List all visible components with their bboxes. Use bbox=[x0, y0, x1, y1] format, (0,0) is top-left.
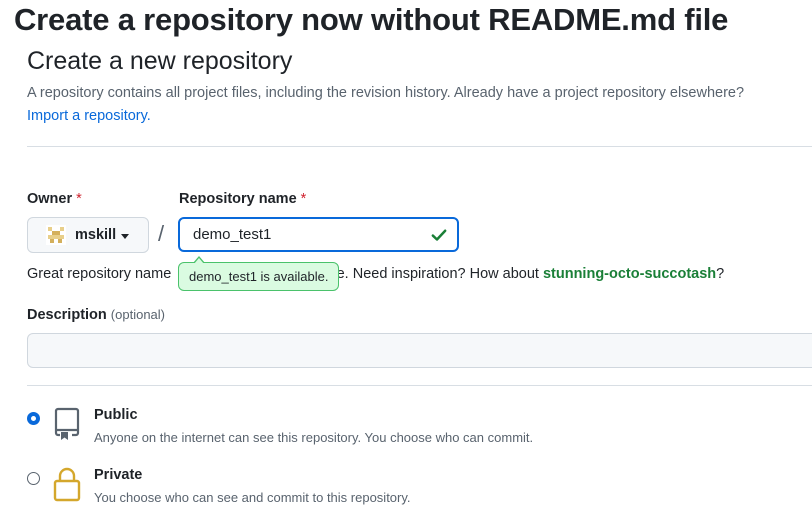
repo-name-hint: Great repository name able. Need inspirat… bbox=[27, 266, 724, 282]
owner-name: mskill bbox=[75, 227, 117, 243]
repo-name-label-text: Repository name bbox=[179, 191, 297, 207]
visibility-private-radio[interactable] bbox=[27, 472, 40, 485]
owner-label-text: Owner bbox=[27, 191, 73, 207]
import-repository-link[interactable]: Import a repository. bbox=[27, 105, 151, 128]
divider bbox=[27, 146, 812, 147]
caret-down-icon bbox=[121, 233, 130, 239]
owner-repo-separator: / bbox=[158, 221, 165, 246]
page-header: Create a new repository A repository con… bbox=[27, 44, 812, 128]
owner-label: Owner * bbox=[27, 191, 82, 207]
required-mark: * bbox=[76, 191, 82, 207]
owner-select-button[interactable]: mskill bbox=[27, 217, 149, 253]
hint-suffix: ? bbox=[716, 266, 725, 282]
page-title: Create a new repository bbox=[27, 47, 293, 75]
description-label-text: Description bbox=[27, 307, 107, 323]
repo-icon bbox=[54, 407, 80, 440]
divider bbox=[27, 385, 812, 386]
visibility-private-description: You choose who can see and commit to thi… bbox=[94, 490, 411, 505]
visibility-public-description: Anyone on the internet can see this repo… bbox=[94, 430, 534, 445]
repo-name-label: Repository name * bbox=[179, 191, 306, 207]
repo-name-field bbox=[178, 217, 459, 252]
visibility-public-title: Public bbox=[94, 407, 138, 423]
create-repo-page: Create a repository now without README.m… bbox=[0, 0, 812, 510]
hint-middle: able. Need inspiration? How about bbox=[317, 266, 539, 282]
availability-tooltip: demo_test1 is available. bbox=[178, 256, 340, 291]
suggested-name-link[interactable]: stunning-octo-succotash bbox=[543, 266, 716, 282]
lock-icon bbox=[53, 467, 81, 502]
optional-tag: (optional) bbox=[110, 307, 165, 322]
description-label: Description (optional) bbox=[27, 307, 165, 323]
description-input[interactable] bbox=[27, 333, 812, 368]
page-subtitle: A repository contains all project files,… bbox=[27, 85, 745, 101]
required-mark: * bbox=[300, 191, 307, 207]
visibility-private-title: Private bbox=[94, 467, 143, 483]
banner-title: Create a repository now without README.m… bbox=[14, 2, 729, 37]
hint-prefix: Great repository name bbox=[27, 266, 172, 282]
avatar bbox=[46, 225, 66, 245]
repo-name-input[interactable] bbox=[180, 219, 425, 250]
check-icon bbox=[431, 229, 447, 241]
visibility-public-radio[interactable] bbox=[27, 412, 40, 425]
